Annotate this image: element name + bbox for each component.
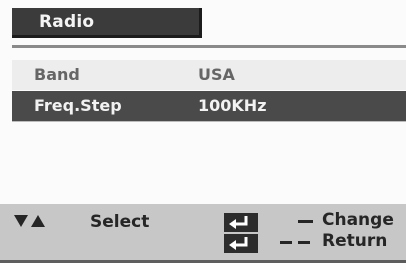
bottom-border bbox=[0, 260, 406, 263]
menu-row-freq-step[interactable]: Freq.Step 100KHz bbox=[12, 91, 406, 121]
help-return-label: Return bbox=[322, 231, 388, 251]
band-label: Band bbox=[34, 65, 80, 84]
radio-settings-screen: Radio Band USA Freq.Step 100KHz Select C… bbox=[0, 0, 406, 270]
double-dash bbox=[280, 241, 292, 244]
enter-key-icon bbox=[224, 213, 258, 232]
enter-key-icon bbox=[224, 234, 258, 253]
help-select-label: Select bbox=[90, 212, 150, 232]
title-tab: Radio bbox=[12, 8, 202, 38]
single-dash bbox=[298, 220, 313, 223]
freq-step-value: 100KHz bbox=[198, 96, 267, 115]
help-change-label: Change bbox=[322, 210, 394, 230]
freq-step-label: Freq.Step bbox=[34, 96, 122, 115]
menu-row-band[interactable]: Band USA bbox=[12, 60, 406, 90]
double-dash bbox=[298, 241, 310, 244]
page-title: Radio bbox=[39, 12, 95, 32]
title-divider bbox=[12, 45, 406, 48]
rows-divider bbox=[12, 121, 406, 122]
band-value: USA bbox=[198, 65, 235, 84]
help-bar: Select Change Return bbox=[0, 204, 406, 260]
down-up-arrows-icon bbox=[14, 214, 60, 228]
